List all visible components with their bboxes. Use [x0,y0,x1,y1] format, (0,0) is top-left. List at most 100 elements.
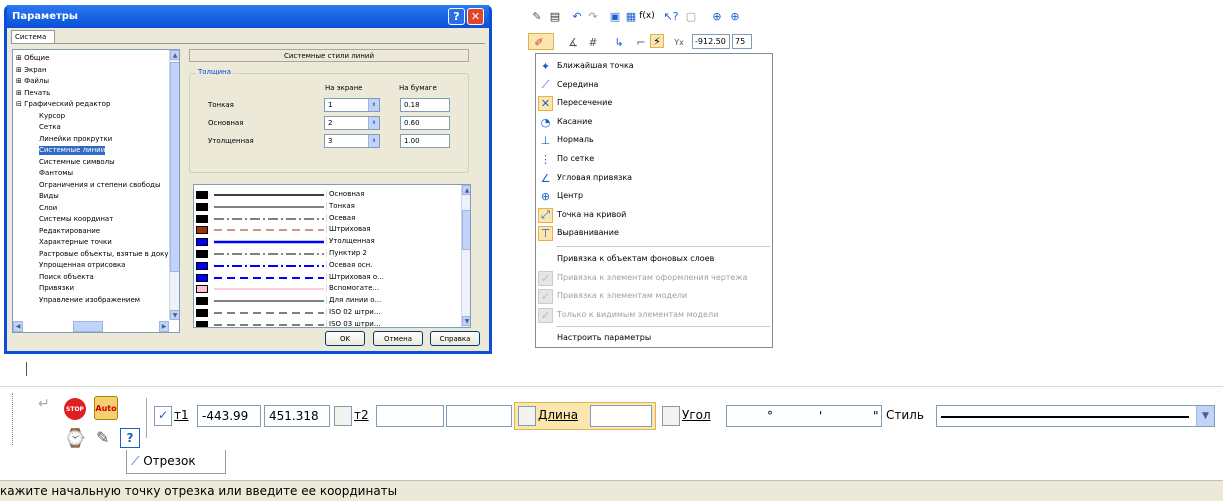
tree-item[interactable]: Фантомы [39,169,73,178]
tree-item[interactable]: Системные символы [39,158,115,167]
zoom-icon[interactable]: ⊕ [710,9,724,23]
scrollbar-button[interactable]: ▶ [159,321,169,332]
spin-icon[interactable]: ⬍ [368,117,379,129]
paper-thickness-field[interactable]: 0.60 [400,116,450,130]
t1-checkbox[interactable]: ✓ [154,406,172,426]
line-style-row[interactable]: Основная [194,189,459,201]
t2-y-field[interactable] [446,405,512,427]
y-coordinate-field[interactable]: 75 [732,34,752,49]
snap-menu-item[interactable]: ✦ Ближайшая точка [536,57,772,75]
snap-menu-item[interactable]: ⊤ Выравнивание [536,224,772,242]
tree-item[interactable]: Системы координат [39,215,113,224]
enter-icon[interactable]: ↵ [38,396,50,412]
angle-snap-icon[interactable]: ∡ [566,35,580,49]
t2-checkbox[interactable] [334,406,352,426]
settings-tree[interactable]: ⊞ Общие ⊞ Экран ⊞ Файлы ⊞ Печать ⊟ Графическ… [12,49,180,333]
tab-segment[interactable]: ⟋ Отрезок [126,450,226,474]
angle-field[interactable]: ° ' " [726,405,882,427]
angle-checkbox[interactable] [662,406,680,426]
line-style-row[interactable]: Осевая осн. [194,260,459,272]
auto-button[interactable]: Auto [94,396,118,420]
tree-item[interactable]: ⊞ Экран [16,66,47,75]
snap-menu-item[interactable]: ⊥ Нормаль [536,131,772,149]
t1-y-field[interactable]: 451.318 [264,405,330,427]
tree-item[interactable]: Редактирование [39,227,100,236]
snap-menu-item[interactable]: ⋮ По сетке [536,150,772,168]
cancel-button[interactable]: Отмена [373,331,423,346]
line-style-row[interactable]: Пунктир 2 [194,248,459,260]
tree-expander[interactable]: ⊟ [16,100,22,108]
snap-active-icon[interactable]: ⚡ [650,34,664,48]
screen-thickness-field[interactable]: 1 ⬍ [324,98,380,112]
line-style-row[interactable]: Утолщенная [194,236,459,248]
tree-item[interactable]: Курсор [39,112,65,121]
tree-item[interactable]: Линейки прокрутки [39,135,112,144]
tree-item[interactable]: Упрощенная отрисовка [39,261,125,270]
tree-item[interactable]: Системные линии [39,146,106,155]
tree-item[interactable]: Управление изображением [39,296,140,305]
tree-item[interactable]: Слои [39,204,57,213]
spin-icon[interactable]: ⬍ [368,99,379,111]
t2-x-field[interactable] [376,405,444,427]
tree-item[interactable]: ⊞ Файлы [16,77,49,86]
snap-menu-item[interactable]: ∠ Угловая привязка [536,169,772,187]
tree-item[interactable]: ⊞ Общие [16,54,49,63]
coordinate-system-icon[interactable]: ↳ [612,35,626,49]
tree-item[interactable]: Виды [39,192,59,201]
scrollbar-button[interactable]: ▲ [170,50,179,60]
layers-icon[interactable]: ▣ [608,9,622,23]
ortho-icon[interactable]: ⌐ [634,35,648,49]
tree-item[interactable]: Растровые объекты, взятые в документ [39,250,179,259]
line-style-row[interactable]: Тонкая [194,201,459,213]
help-title-button[interactable]: ? [448,8,465,25]
t1-x-field[interactable]: -443.99 [197,405,261,427]
line-style-row[interactable]: Вспомогате... [194,283,459,295]
tree-item[interactable]: Ограничения и степени свободы [39,181,161,190]
redo-icon[interactable]: ↷ [586,9,600,23]
grid-icon[interactable]: # [586,35,600,49]
snap-menu-item[interactable]: ⟋ Середина [536,76,772,94]
tree-item[interactable]: Поиск объекта [39,273,94,282]
snap-menu-item[interactable]: ⊕ Центр [536,187,772,205]
scrollbar-button[interactable]: ▼ [170,310,179,320]
stop-button[interactable]: STOP [64,398,86,420]
tree-item[interactable]: Привязки [39,284,74,293]
document-icon[interactable]: ▤ [548,9,562,23]
tab-system[interactable]: Система [11,30,55,43]
undo-icon[interactable]: ↶ [570,9,584,23]
configure-item[interactable]: Настроить параметры [536,329,772,347]
spin-icon[interactable]: ⬍ [368,135,379,147]
help-button[interactable]: Справка [430,331,480,346]
snap-menu-item[interactable]: ⤢ Точка на кривой [536,206,772,224]
help-icon[interactable]: ? [120,428,140,448]
snap-menu-item[interactable]: ◔ Касание [536,113,772,131]
line-style-row[interactable]: Осевая [194,213,459,225]
tree-expander[interactable]: ⊞ [16,54,22,62]
help-cursor-icon[interactable]: ↖? [663,9,678,23]
screen-thickness-field[interactable]: 3 ⬍ [324,134,380,148]
tree-expander[interactable]: ⊞ [16,66,22,74]
properties-brush-icon[interactable]: ✎ [96,428,109,447]
ok-button[interactable]: OK [325,331,365,346]
snap-menu-item[interactable]: ✕ Пересечение [536,94,772,112]
line-style-row[interactable]: ISO 02 штри... [194,307,459,319]
scrollbar-button[interactable] [73,321,103,332]
scrollbar-button[interactable]: ◀ [13,321,23,332]
brush-icon[interactable]: ✎ [530,9,544,23]
tree-item[interactable]: ⊟ Графический редактор [16,100,110,109]
line-style-row[interactable]: Штриховая [194,224,459,236]
function-icon[interactable]: f(x) [639,9,655,23]
line-styles-list[interactable]: ▲ ▼ Основная Тонкая Осевая Штриховая Уто… [193,184,471,328]
length-field[interactable] [590,405,652,427]
length-checkbox[interactable] [518,406,536,426]
snap-option-item[interactable]: Привязка к объектам фоновых слоев [536,250,772,268]
scrollbar-button[interactable] [170,62,179,272]
paper-thickness-field[interactable]: 0.18 [400,98,450,112]
paper-thickness-field[interactable]: 1.00 [400,134,450,148]
save-icon[interactable]: ▢ [684,9,698,23]
screen-thickness-field[interactable]: 2 ⬍ [324,116,380,130]
line-style-row[interactable]: ISO 03 штри... [194,319,459,327]
tree-item[interactable]: ⊞ Печать [16,89,50,98]
style-select[interactable]: ▼ [936,405,1215,427]
tree-expander[interactable]: ⊞ [16,89,22,97]
